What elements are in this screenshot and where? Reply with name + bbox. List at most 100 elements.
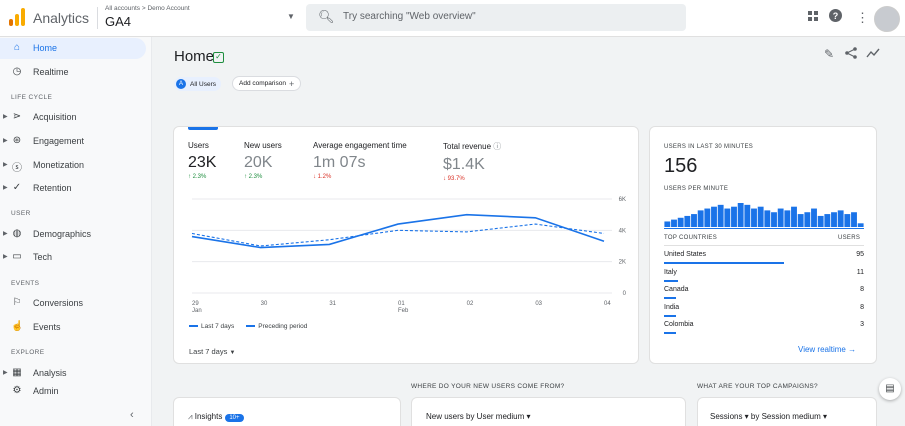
- date-range-selector[interactable]: Last 7 days ▼: [189, 347, 235, 356]
- minute-bar[interactable]: [804, 212, 811, 227]
- minute-bar[interactable]: [857, 223, 864, 227]
- minute-bar[interactable]: [837, 210, 844, 227]
- minute-bar[interactable]: [737, 203, 744, 227]
- data-point: [534, 223, 536, 225]
- search-input[interactable]: 🔍︎ Try searching "Web overview": [306, 4, 686, 31]
- metric-label: Users: [188, 141, 209, 150]
- help-icon[interactable]: ?: [829, 9, 842, 25]
- share-icon[interactable]: [845, 47, 857, 62]
- minute-bar[interactable]: [784, 210, 791, 227]
- realtime-users-value: 156: [664, 155, 698, 177]
- series-line-previous: [191, 223, 605, 247]
- minute-bar[interactable]: [671, 219, 677, 227]
- overview-card: Users 23K ↑ 2.3% New users 20K ↑ 2.3% Av…: [173, 126, 639, 364]
- metric-total-revenue[interactable]: Total revenue ⓘ $1.4K ↓ 93.7%: [443, 141, 501, 182]
- more-vert-icon[interactable]: ⋮: [856, 10, 869, 26]
- collapse-sidebar-icon[interactable]: ‹: [130, 409, 134, 421]
- minute-bar[interactable]: [777, 208, 784, 227]
- customize-icon[interactable]: ✎: [824, 47, 834, 61]
- metric-avg-engagement[interactable]: Average engagement time 1m 07s ↓ 1.2%: [313, 141, 407, 180]
- minute-bar[interactable]: [751, 208, 757, 227]
- metric-new-users[interactable]: New users 20K ↑ 2.3%: [244, 141, 282, 180]
- plus-icon: +: [288, 78, 295, 89]
- sidebar-item-retention[interactable]: ▶ ✓ Retention: [0, 178, 146, 199]
- new-users-dimension-selector[interactable]: New users by User medium ▾: [426, 412, 531, 421]
- minute-bar[interactable]: [824, 214, 831, 227]
- add-comparison-button[interactable]: Add comparison +: [232, 76, 302, 91]
- sidebar-item-acquisition[interactable]: ▶ ⋗ Acquisition: [0, 107, 146, 128]
- sidebar-item-label: Events: [33, 322, 61, 332]
- minute-bar[interactable]: [664, 221, 671, 227]
- section-header-lifecycle: LIFE CYCLE: [11, 94, 53, 101]
- minute-bar[interactable]: [697, 210, 704, 227]
- minute-bar[interactable]: [704, 208, 711, 227]
- sidebar-item-events[interactable]: ☝ Events: [0, 317, 146, 338]
- metric-label: Total revenue ⓘ: [443, 142, 502, 151]
- minute-bar[interactable]: [811, 208, 817, 227]
- minute-bar[interactable]: [851, 212, 857, 227]
- dollar-icon: ⓢ: [12, 163, 22, 174]
- selected-tab-indicator: [188, 127, 218, 130]
- view-realtime-link[interactable]: View realtime →: [798, 345, 856, 354]
- minute-bar[interactable]: [677, 217, 684, 227]
- analytics-logo-icon[interactable]: [9, 8, 25, 26]
- country-row[interactable]: Italy 11: [664, 269, 864, 286]
- country-row[interactable]: Colombia 3: [664, 321, 864, 338]
- data-point: [603, 240, 605, 242]
- minute-bar[interactable]: [684, 215, 691, 227]
- account-path[interactable]: All accounts > Demo Account: [105, 5, 190, 12]
- clock-icon: ◷: [12, 66, 22, 77]
- minute-bar[interactable]: [791, 206, 797, 227]
- flag-icon: ⚐: [12, 297, 22, 308]
- sidebar-item-monetization[interactable]: ▶ ⓢ Monetization: [0, 155, 146, 176]
- insights-title[interactable]: ⩘ Insights 10+: [188, 412, 244, 422]
- property-selector[interactable]: GA4: [105, 14, 131, 29]
- info-icon[interactable]: ⓘ: [493, 142, 501, 151]
- sidebar-item-tech[interactable]: ▶ ▭ Tech: [0, 247, 146, 268]
- metric-users[interactable]: Users 23K ↑ 2.3%: [188, 141, 216, 180]
- metric-value: $1.4K: [443, 156, 485, 173]
- sidebar-item-label: Analysis: [33, 368, 67, 378]
- all-users-chip[interactable]: A All Users: [174, 77, 222, 91]
- minute-bar[interactable]: [744, 204, 751, 227]
- country-row[interactable]: India 8: [664, 304, 864, 321]
- sidebar-item-demographics[interactable]: ▶ ◍ Demographics: [0, 224, 146, 245]
- minute-bar[interactable]: [717, 204, 724, 227]
- sidebar-item-label: Realtime: [33, 67, 69, 77]
- minute-bar[interactable]: [731, 206, 737, 227]
- minute-bar[interactable]: [757, 206, 764, 227]
- minute-bar[interactable]: [831, 212, 837, 227]
- sidebar-item-engagement[interactable]: ▶ ⊛ Engagement: [0, 131, 146, 152]
- minute-bar[interactable]: [797, 214, 804, 227]
- sidebar-item-home[interactable]: ⌂ Home: [0, 38, 146, 59]
- sidebar-item-admin[interactable]: ⚙ Admin: [0, 381, 146, 402]
- insights-icon[interactable]: [866, 47, 880, 62]
- feedback-icon[interactable]: ▤: [879, 378, 901, 400]
- minute-bar[interactable]: [711, 206, 717, 227]
- minute-bar[interactable]: [691, 214, 697, 227]
- country-row[interactable]: Canada 8: [664, 286, 864, 303]
- minute-bar[interactable]: [764, 210, 771, 227]
- avatar[interactable]: [874, 6, 900, 32]
- section-header-explore: EXPLORE: [11, 349, 45, 356]
- sidebar-item-conversions[interactable]: ⚐ Conversions: [0, 293, 146, 314]
- x-tick-label: 01: [398, 301, 405, 307]
- sidebar-item-realtime[interactable]: ◷ Realtime: [0, 62, 146, 83]
- minute-bar[interactable]: [771, 212, 777, 227]
- x-tick-label: 02: [467, 301, 474, 307]
- section-header-user: USER: [11, 210, 31, 217]
- chevron-down-icon[interactable]: ▼: [287, 12, 295, 21]
- country-name: United States: [664, 251, 707, 258]
- sidebar-item-label: Monetization: [33, 160, 85, 170]
- country-users: 8: [860, 286, 864, 293]
- analysis-icon: ▦: [12, 367, 22, 378]
- apps-grid-icon[interactable]: [808, 10, 819, 25]
- minute-bar[interactable]: [724, 208, 731, 227]
- minute-bar[interactable]: [817, 215, 824, 227]
- sidebar-item-label: Engagement: [33, 136, 85, 146]
- sessions-dimension-selector[interactable]: Sessions ▾ by Session medium ▾: [710, 412, 827, 421]
- country-row[interactable]: United States 95: [664, 251, 864, 268]
- sidebar-item-label: Home: [33, 43, 58, 53]
- check-icon[interactable]: ✓: [213, 52, 224, 63]
- minute-bar[interactable]: [844, 214, 851, 227]
